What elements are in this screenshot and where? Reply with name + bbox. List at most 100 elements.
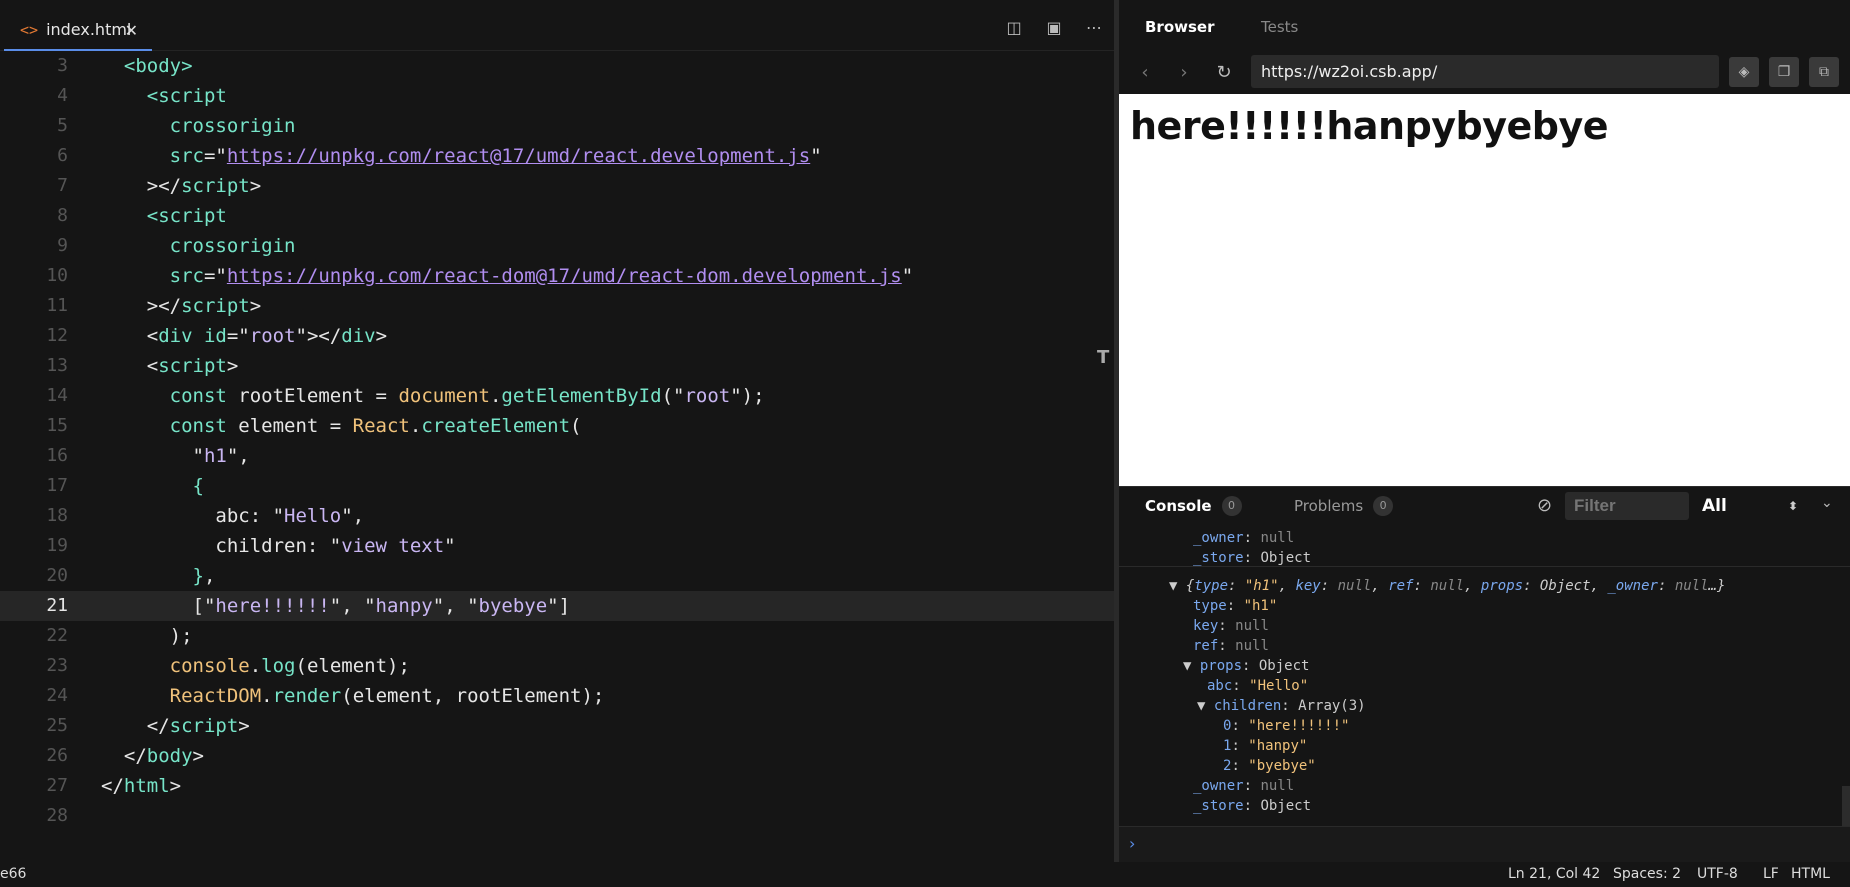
split-editor-icon[interactable]: ◫ <box>994 10 1034 44</box>
code-line[interactable]: 12 <div id="root"></div> <box>0 321 1114 351</box>
code-line[interactable]: 8 <script <box>0 201 1114 231</box>
more-actions-icon[interactable]: ⋯ <box>1074 10 1114 44</box>
tab-tests[interactable]: Tests <box>1261 18 1298 36</box>
code-area[interactable]: 3 <body> 4 <script 5 crossorigin 6 src="htt… <box>0 51 1114 862</box>
cursor-position[interactable]: Ln 21, Col 42 <box>1508 866 1600 882</box>
code-line[interactable]: 28 <box>0 801 1114 831</box>
tab-browser[interactable]: Browser <box>1145 18 1215 36</box>
indentation[interactable]: Spaces: 2 <box>1613 866 1681 882</box>
console-line: type: "h1" <box>1193 598 1278 614</box>
code-line[interactable]: 18 abc: "Hello", <box>0 501 1114 531</box>
console-scrollbar[interactable] <box>1842 786 1850 826</box>
tab-console[interactable]: Console 0 <box>1145 496 1242 516</box>
code-line[interactable]: 15 const element = React.createElement( <box>0 411 1114 441</box>
back-icon[interactable]: ‹ <box>1133 60 1157 84</box>
code-line[interactable]: 25 </script> <box>0 711 1114 741</box>
devtools-icon[interactable]: ◈ <box>1729 57 1759 87</box>
console-line: _owner: null <box>1193 778 1295 794</box>
tab-label: index.html <box>46 20 132 39</box>
code-line[interactable]: 7 ></script> <box>0 171 1114 201</box>
console-output[interactable]: _owner: null _store: Object ▼ {type: "h1… <box>1119 526 1850 826</box>
code-line-text: <script <box>101 205 227 227</box>
console-line: 1: "hanpy" <box>1223 738 1308 754</box>
code-line[interactable]: 6 src="https://unpkg.com/react@17/umd/re… <box>0 141 1114 171</box>
line-number: 28 <box>46 805 68 826</box>
reload-icon[interactable]: ↻ <box>1212 60 1236 84</box>
code-line[interactable]: 20 }, <box>0 561 1114 591</box>
code-line[interactable]: 19 children: "view text" <box>0 531 1114 561</box>
code-line-text: src="https://unpkg.com/react-dom@17/umd/… <box>101 265 914 287</box>
code-line-text: </html> <box>101 775 182 797</box>
code-line-text: <script> <box>101 355 239 377</box>
console-props[interactable]: ▼ props: Object <box>1183 656 1309 676</box>
code-line[interactable]: 10 src="https://unpkg.com/react-dom@17/u… <box>0 261 1114 291</box>
code-line[interactable]: 24 ReactDOM.render(element, rootElement)… <box>0 681 1114 711</box>
code-line-text: children: "view text" <box>101 535 456 557</box>
encoding[interactable]: UTF-8 <box>1697 866 1738 882</box>
open-new-window-icon[interactable]: ❐ <box>1769 57 1799 87</box>
line-number: 22 <box>46 625 68 646</box>
console-filter-input[interactable] <box>1565 492 1689 520</box>
code-line-text: crossorigin <box>101 115 296 137</box>
console-input[interactable]: › <box>1119 826 1850 862</box>
code-line[interactable]: 3 <body> <box>0 51 1114 81</box>
editor-actions: ◫ ▣ ⋯ <box>994 10 1114 44</box>
code-line[interactable]: 23 console.log(element); <box>0 651 1114 681</box>
line-number: 23 <box>46 655 68 676</box>
code-line[interactable]: 14 const rootElement = document.getEleme… <box>0 381 1114 411</box>
console-separator <box>1119 566 1850 567</box>
log-level-select[interactable]: All ⬍ <box>1696 492 1808 520</box>
open-preview-icon[interactable]: ▣ <box>1034 10 1074 44</box>
url-bar[interactable]: https://wz2oi.csb.app/ <box>1251 55 1719 88</box>
forward-icon[interactable]: › <box>1172 60 1196 84</box>
chevron-down-icon[interactable]: ⌄ <box>1821 495 1833 511</box>
log-level-value: All <box>1702 496 1727 516</box>
html-file-icon: <> <box>20 20 39 39</box>
tab-problems[interactable]: Problems 0 <box>1294 496 1394 516</box>
tab-index-html[interactable]: <> index.html ✕ <box>4 10 152 51</box>
console-object-summary[interactable]: ▼ {type: "h1", key: null, ref: null, pro… <box>1169 576 1725 596</box>
line-number: 16 <box>46 445 68 466</box>
code-line[interactable]: 11 ></script> <box>0 291 1114 321</box>
code-line[interactable]: 16 "h1", <box>0 441 1114 471</box>
line-number: 20 <box>46 565 68 586</box>
code-line[interactable]: 4 <script <box>0 81 1114 111</box>
fullscreen-icon[interactable]: ⧉ <box>1809 57 1839 87</box>
prompt-chevron-icon: › <box>1129 834 1136 853</box>
code-line-text: ["here!!!!!!", "hanpy", "byebye"] <box>101 595 571 617</box>
line-number: 9 <box>57 235 68 256</box>
code-line-text: console.log(element); <box>101 655 410 677</box>
line-number: 24 <box>46 685 68 706</box>
line-number: 19 <box>46 535 68 556</box>
code-line[interactable]: 13 <script> <box>0 351 1114 381</box>
language-mode[interactable]: HTML <box>1791 866 1830 882</box>
code-line[interactable]: 21 ["here!!!!!!", "hanpy", "byebye"] <box>0 591 1114 621</box>
line-number: 15 <box>46 415 68 436</box>
line-number: 12 <box>46 325 68 346</box>
code-line[interactable]: 22 ); <box>0 621 1114 651</box>
code-line-text: const rootElement = document.getElementB… <box>101 385 765 407</box>
code-line-text: <script <box>101 85 227 107</box>
code-line-text: "h1", <box>101 445 250 467</box>
code-line-text: }, <box>101 565 216 587</box>
status-left: e66 <box>0 866 27 882</box>
code-line[interactable]: 9 crossorigin <box>0 231 1114 261</box>
code-line[interactable]: 17 { <box>0 471 1114 501</box>
console-children[interactable]: ▼ children: Array(3) <box>1197 696 1366 716</box>
code-line-text: const element = React.createElement( <box>101 415 582 437</box>
close-tab-icon[interactable]: ✕ <box>125 21 138 40</box>
console-line: 2: "byebye" <box>1223 758 1316 774</box>
line-number: 11 <box>46 295 68 316</box>
clear-console-icon[interactable]: ⊘ <box>1537 495 1552 516</box>
code-line[interactable]: 27 </html> <box>0 771 1114 801</box>
preview-tabs: Browser Tests <box>1119 0 1850 52</box>
line-ending[interactable]: LF <box>1763 866 1779 882</box>
console-line: _store: Object <box>1193 550 1312 566</box>
preview-pane: Browser Tests ‹ › ↻ https://wz2oi.csb.ap… <box>1119 0 1850 862</box>
code-line[interactable]: 5 crossorigin <box>0 111 1114 141</box>
code-line[interactable]: 26 </body> <box>0 741 1114 771</box>
console-tab-label: Console <box>1145 497 1212 515</box>
console-line: _store: Object <box>1193 798 1312 814</box>
line-number: 14 <box>46 385 68 406</box>
line-number: 7 <box>57 175 68 196</box>
